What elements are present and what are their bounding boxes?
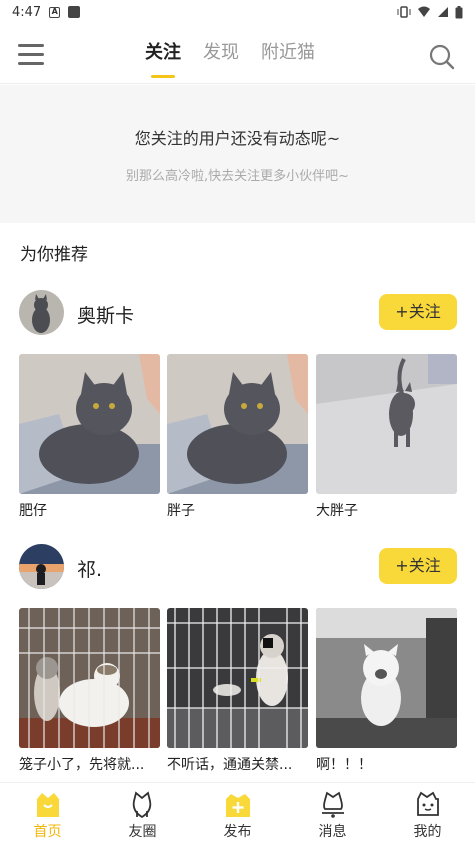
friends-cat-icon: [132, 791, 151, 819]
recommended-user: 祁. +关注 笼子小了，先将就... 不听话，通通关禁... 啊！！！: [0, 544, 475, 778]
search-icon[interactable]: [429, 44, 455, 70]
status-bar: 4:47 A: [0, 0, 475, 24]
photo-caption: 笼子小了，先将就...: [19, 757, 145, 773]
avatar[interactable]: [19, 544, 64, 589]
notice-title: 您关注的用户还没有动态呢~: [134, 129, 341, 148]
user-name[interactable]: 奥斯卡: [77, 301, 134, 328]
follow-button[interactable]: +关注: [379, 294, 457, 330]
nav-publish[interactable]: 发布: [190, 783, 285, 846]
signal-icon: [438, 7, 448, 17]
notification-a-icon: A: [49, 6, 61, 18]
cat-photo[interactable]: [167, 354, 308, 494]
tab-nearby-cats[interactable]: 附近猫: [261, 38, 315, 64]
avatar[interactable]: [19, 290, 64, 335]
nav-friends[interactable]: 友圈: [95, 783, 190, 846]
battery-icon: [455, 5, 463, 18]
nav-publish-label: 发布: [223, 824, 252, 840]
message-cat-icon: [321, 791, 344, 818]
home-cat-icon: [36, 793, 59, 817]
tab-following[interactable]: 关注: [145, 38, 181, 78]
cat-photo[interactable]: [19, 608, 160, 748]
profile-cat-icon: [416, 791, 439, 816]
publish-plus-icon: [225, 794, 250, 817]
photo-caption: 肥仔: [19, 503, 47, 519]
status-time: 4:47: [12, 4, 42, 20]
top-nav: 关注 发现 附近猫: [0, 24, 475, 84]
tab-discover[interactable]: 发现: [203, 38, 239, 64]
cat-photo[interactable]: [316, 608, 457, 748]
nav-profile-label: 我的: [413, 824, 442, 840]
nav-profile[interactable]: 我的: [380, 783, 475, 846]
user-name[interactable]: 祁.: [77, 555, 102, 582]
nav-home[interactable]: 首页: [0, 783, 95, 846]
photo-caption: 胖子: [167, 503, 195, 519]
follow-button[interactable]: +关注: [379, 548, 457, 584]
nav-friends-label: 友圈: [128, 824, 157, 840]
wifi-icon: [418, 6, 430, 17]
recommended-user: 奥斯卡 +关注 肥仔 胖子 大胖子: [0, 290, 475, 524]
nav-messages[interactable]: 消息: [285, 783, 380, 846]
photo-caption: 不听话，通通关禁...: [167, 757, 293, 773]
recommend-title: 为你推荐: [20, 245, 88, 265]
cat-photo[interactable]: [316, 354, 457, 494]
vibrate-icon: [397, 6, 411, 18]
notification-square-icon: [68, 6, 81, 18]
nav-home-label: 首页: [33, 824, 62, 840]
cat-photo[interactable]: [19, 354, 160, 494]
cat-photo[interactable]: [167, 608, 308, 748]
nav-messages-label: 消息: [318, 824, 347, 840]
bottom-nav: 首页 友圈 发布 消息 我的: [0, 782, 475, 846]
menu-icon[interactable]: [18, 44, 44, 66]
photo-caption: 啊！！！: [316, 757, 372, 773]
notice-subtitle: 别那么高冷啦,快去关注更多小伙伴吧~: [125, 169, 350, 184]
empty-following-notice: 您关注的用户还没有动态呢~ 别那么高冷啦,快去关注更多小伙伴吧~: [0, 85, 475, 223]
photo-caption: 大胖子: [316, 503, 358, 519]
top-tabs: 关注 发现 附近猫: [145, 38, 315, 78]
